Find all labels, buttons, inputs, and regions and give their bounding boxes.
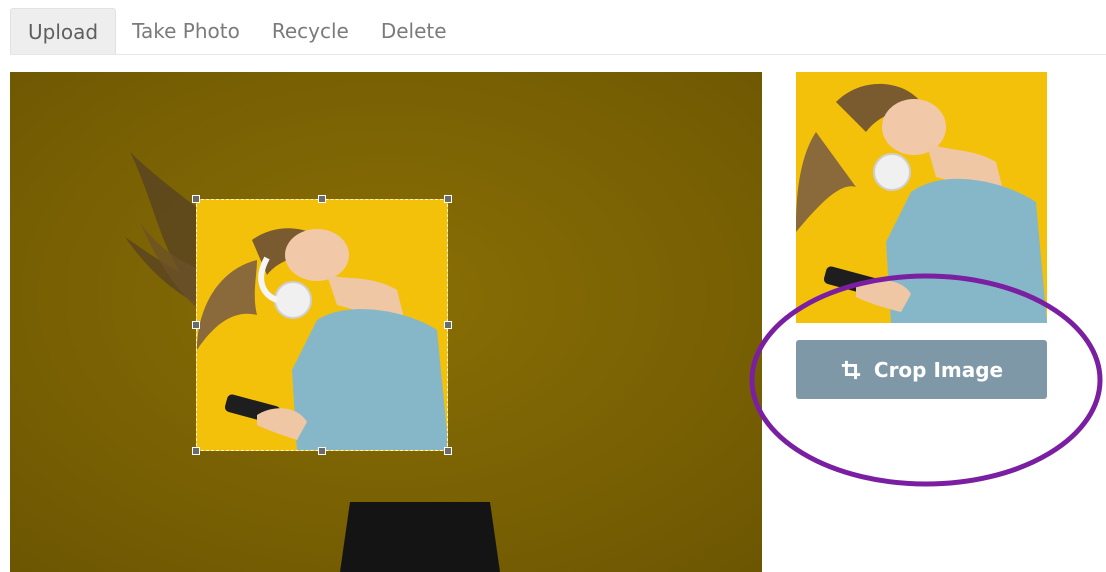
crop-canvas[interactable] xyxy=(10,72,762,572)
crop-handle-bottom[interactable] xyxy=(318,447,326,455)
crop-handle-left[interactable] xyxy=(192,321,200,329)
crop-selection[interactable] xyxy=(196,199,448,451)
preview-photo xyxy=(796,72,1047,323)
crop-handle-bottom-left[interactable] xyxy=(192,447,200,455)
selection-photo xyxy=(197,200,447,450)
crop-handle-right[interactable] xyxy=(444,321,452,329)
tab-upload[interactable]: Upload xyxy=(10,8,117,54)
tab-recycle[interactable]: Recycle xyxy=(256,8,365,54)
crop-image-button[interactable]: Crop Image xyxy=(796,340,1047,399)
crop-handle-top-left[interactable] xyxy=(192,195,200,203)
crop-handle-bottom-right[interactable] xyxy=(444,447,452,455)
crop-icon xyxy=(841,360,861,379)
tab-bar: Upload Take Photo Recycle Delete xyxy=(10,8,1106,55)
tab-take-photo[interactable]: Take Photo xyxy=(116,8,256,54)
tab-delete[interactable]: Delete xyxy=(365,8,463,54)
crop-preview xyxy=(796,72,1047,323)
crop-handle-top[interactable] xyxy=(318,195,326,203)
crop-handle-top-right[interactable] xyxy=(444,195,452,203)
crop-image-label: Crop Image xyxy=(873,357,1004,382)
